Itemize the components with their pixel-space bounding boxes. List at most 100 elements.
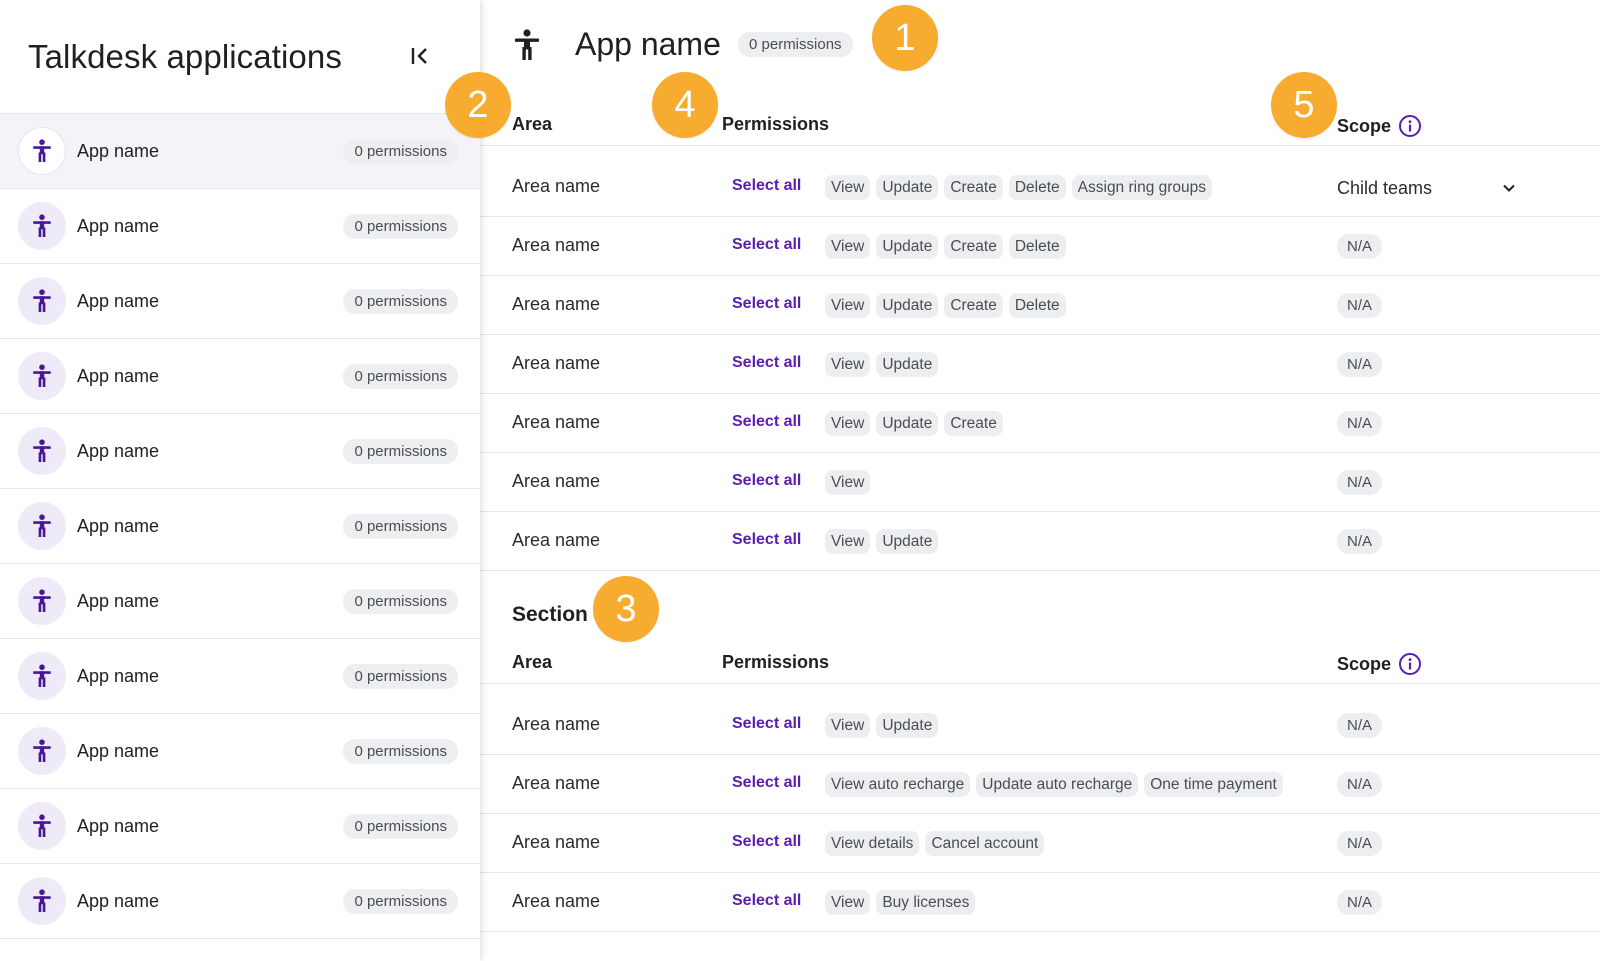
permission-chip[interactable]: View xyxy=(825,234,871,259)
permission-chip[interactable]: Create xyxy=(944,293,1003,318)
info-icon[interactable] xyxy=(1398,652,1422,676)
accessibility-person-icon xyxy=(33,889,51,912)
area-name: Area name xyxy=(512,714,601,734)
permission-chip[interactable]: Create xyxy=(944,175,1003,200)
sidebar-item-app[interactable]: App name 0 permissions xyxy=(0,714,480,789)
scope-na-chip: N/A xyxy=(1337,470,1383,495)
accessibility-person-icon xyxy=(33,139,51,162)
permission-chip[interactable]: Update xyxy=(876,529,939,554)
permissions-count-badge: 0 permissions xyxy=(343,138,458,164)
select-all-link[interactable]: Select all xyxy=(732,774,801,792)
sidebar-item-app[interactable]: App name 0 permissions xyxy=(0,489,480,564)
table-row: Area name Select all View Update Create Delet… xyxy=(480,217,1600,276)
select-all-link[interactable]: Select all xyxy=(732,295,801,313)
permission-chip[interactable]: Update xyxy=(876,352,939,377)
permission-chip[interactable]: View xyxy=(825,175,871,200)
permissions-count-badge: 0 permissions xyxy=(343,438,458,464)
sidebar-item-label: App name xyxy=(77,815,160,836)
accessibility-person-icon xyxy=(33,439,51,462)
app-avatar xyxy=(18,502,66,550)
permission-chip[interactable]: View xyxy=(825,293,871,318)
scope-na-chip: N/A xyxy=(1337,890,1383,915)
permission-chip[interactable]: Delete xyxy=(1008,234,1066,259)
app-avatar xyxy=(18,727,66,775)
info-icon[interactable] xyxy=(1398,114,1422,138)
permission-chip[interactable]: Update xyxy=(876,175,939,200)
permission-chip[interactable]: View details xyxy=(825,831,920,856)
sidebar-item-app[interactable]: App name 0 permissions xyxy=(0,864,480,939)
permission-chips: View Update xyxy=(825,529,939,554)
scope-cell: N/A xyxy=(1337,293,1383,318)
permission-chip[interactable]: Cancel account xyxy=(925,831,1045,856)
permission-chip[interactable]: Create xyxy=(944,411,1003,436)
select-all-link[interactable]: Select all xyxy=(732,715,801,733)
permission-chips: View Update Create Delete xyxy=(825,234,1066,259)
section-title: Section xyxy=(512,603,588,626)
permission-chip[interactable]: Update xyxy=(876,713,939,738)
permission-chip[interactable]: View xyxy=(825,352,871,377)
permission-chip[interactable]: Assign ring groups xyxy=(1071,175,1213,200)
permission-chip[interactable]: Delete xyxy=(1008,175,1066,200)
permissions-count-badge: 0 permissions xyxy=(738,32,853,57)
permission-chip[interactable]: Update auto recharge xyxy=(976,772,1139,797)
select-all-link[interactable]: Select all xyxy=(732,472,801,490)
accessibility-person-icon xyxy=(33,589,51,612)
permission-chip[interactable]: View xyxy=(825,713,871,738)
sidebar-item-app[interactable]: App name 0 permissions xyxy=(0,789,480,864)
annotation-badge-1: 1 xyxy=(872,5,938,71)
permission-chips: View details Cancel account xyxy=(825,831,1045,856)
scope-na-chip: N/A xyxy=(1337,352,1383,377)
collapse-sidebar-button[interactable] xyxy=(406,42,434,70)
permissions-count-badge: 0 permissions xyxy=(343,888,458,914)
select-all-link[interactable]: Select all xyxy=(732,236,801,254)
permissions-count-badge: 0 permissions xyxy=(343,363,458,389)
permission-chip[interactable]: View xyxy=(825,470,871,495)
annotation-badge-5: 5 xyxy=(1271,72,1337,138)
sidebar-header: Talkdesk applications xyxy=(0,0,480,114)
sidebar-item-app[interactable]: App name 0 permissions xyxy=(0,264,480,339)
permission-chip[interactable]: Buy licenses xyxy=(876,890,976,915)
select-all-link[interactable]: Select all xyxy=(732,892,801,910)
sidebar-item-app[interactable]: App name 0 permissions xyxy=(0,414,480,489)
select-all-link[interactable]: Select all xyxy=(732,177,801,195)
sidebar-item-app[interactable]: App name 0 permissions xyxy=(0,564,480,639)
sidebar-item-app[interactable]: App name 0 permissions xyxy=(0,114,480,189)
collapse-left-icon xyxy=(411,48,427,64)
select-all-link[interactable]: Select all xyxy=(732,531,801,549)
permission-chip[interactable]: View auto recharge xyxy=(825,772,971,797)
page-title: App name xyxy=(575,26,721,62)
permissions-count-badge: 0 permissions xyxy=(343,288,458,314)
sidebar-item-app[interactable]: App name 0 permissions xyxy=(0,639,480,714)
scope-cell: N/A xyxy=(1337,529,1383,554)
permission-chip[interactable]: Create xyxy=(944,234,1003,259)
scope-cell: N/A xyxy=(1337,470,1383,495)
accessibility-person-icon xyxy=(515,29,539,60)
permission-chips: View Update xyxy=(825,713,939,738)
permissions-count-badge: 0 permissions xyxy=(343,513,458,539)
accessibility-person-icon xyxy=(33,664,51,687)
select-all-link[interactable]: Select all xyxy=(732,833,801,851)
select-all-link[interactable]: Select all xyxy=(732,413,801,431)
permission-chip[interactable]: Update xyxy=(876,411,939,436)
column-header-area: Area xyxy=(512,652,553,672)
table-row: Area name Select all View Buy licenses N/A xyxy=(480,873,1600,932)
permission-chip[interactable]: View xyxy=(825,890,871,915)
area-name: Area name xyxy=(512,353,601,373)
permissions-count-badge: 0 permissions xyxy=(343,213,458,239)
scope-dropdown[interactable]: Child teams xyxy=(1337,175,1517,201)
permission-chip[interactable]: Update xyxy=(876,234,939,259)
permissions-count-badge: 0 permissions xyxy=(343,738,458,764)
sidebar-item-label: App name xyxy=(77,290,160,311)
permission-chip[interactable]: Delete xyxy=(1008,293,1066,318)
sidebar-item-app[interactable]: App name 0 permissions xyxy=(0,339,480,414)
sidebar-item-app[interactable]: App name 0 permissions xyxy=(0,189,480,264)
permission-chip[interactable]: One time payment xyxy=(1144,772,1283,797)
permission-chip[interactable]: View xyxy=(825,529,871,554)
column-header-area: Area xyxy=(512,114,553,134)
permission-chip[interactable]: View xyxy=(825,411,871,436)
scope-na-chip: N/A xyxy=(1337,772,1383,797)
select-all-link[interactable]: Select all xyxy=(732,354,801,372)
permission-chip[interactable]: Update xyxy=(876,293,939,318)
column-header-permissions: Permissions xyxy=(722,652,830,672)
scope-na-chip: N/A xyxy=(1337,411,1383,436)
